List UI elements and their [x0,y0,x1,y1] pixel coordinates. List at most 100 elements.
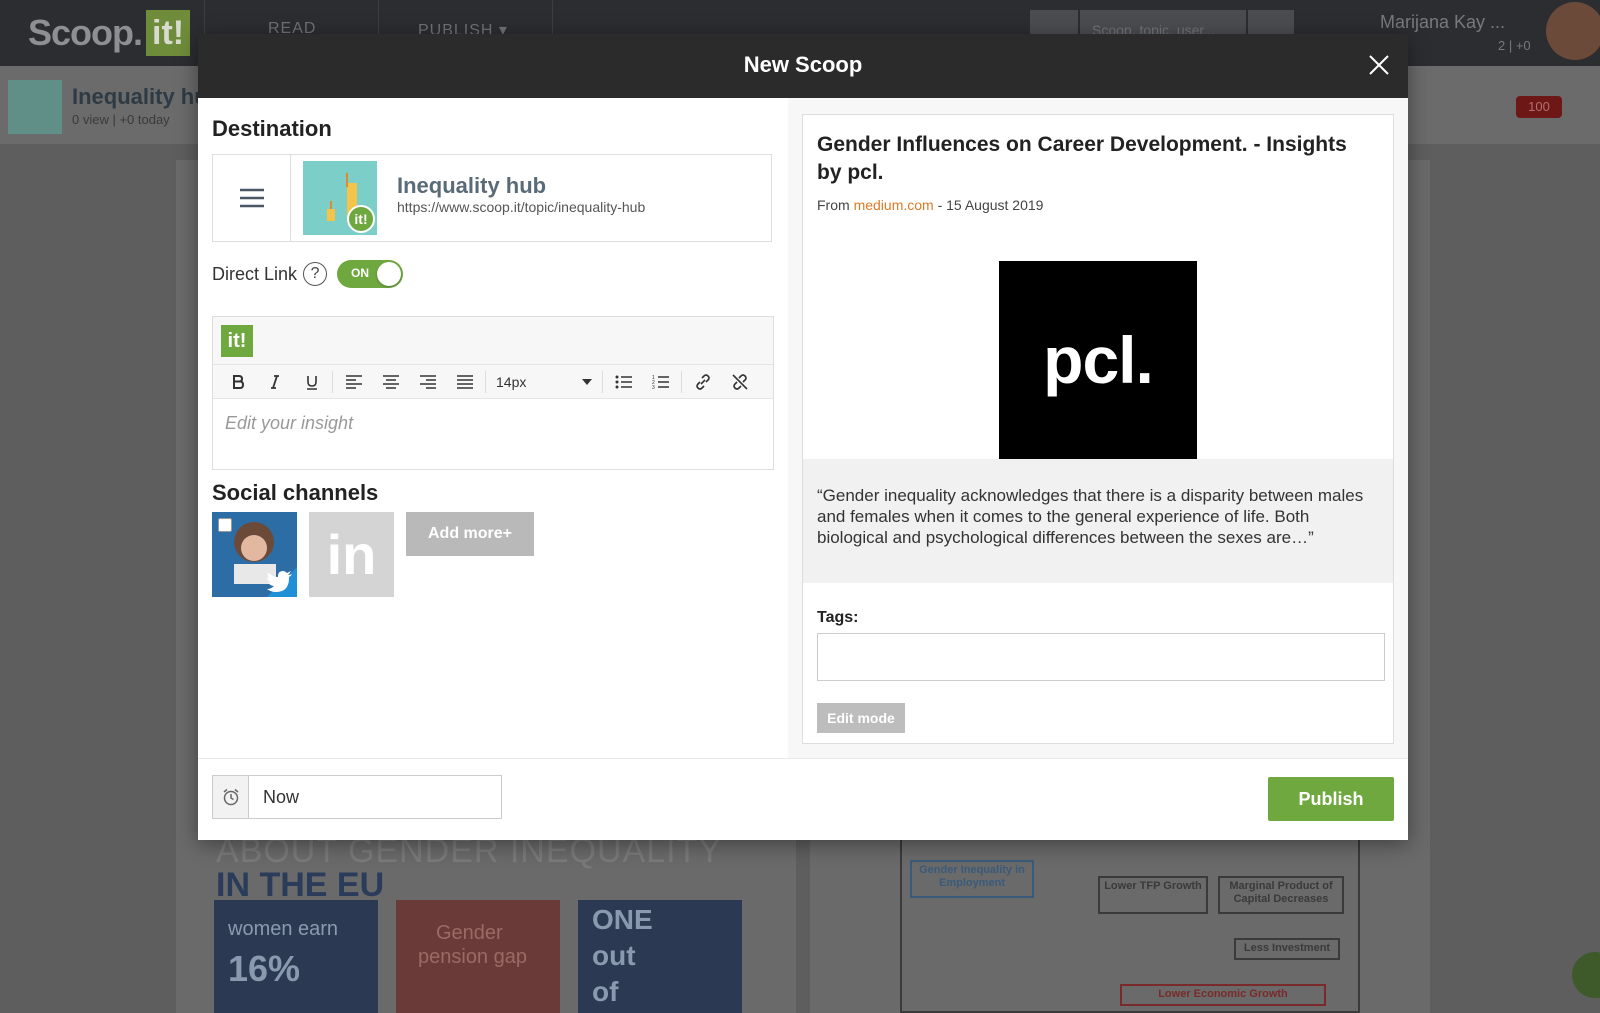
align-right-icon [419,374,436,389]
help-icon[interactable]: ? [303,262,328,286]
flow-box: Lower TFP Growth [1098,876,1208,914]
source-link[interactable]: medium.com [854,197,934,213]
it-badge-icon: it! [347,205,375,233]
publish-button[interactable]: Publish [1268,777,1394,821]
align-right-button[interactable] [409,367,446,397]
preview-excerpt[interactable]: “Gender inequality acknowledges that the… [817,485,1367,548]
bold-button[interactable] [219,367,256,397]
italic-button[interactable] [256,367,293,397]
tile-text: ONE [592,904,653,935]
toggle-state-label: ON [351,266,370,280]
modal-footer: Now Publish [198,758,1408,840]
infographic-tile: women earn 16% [214,900,378,1013]
direct-link-row: Direct Link ? ON [212,260,404,288]
social-channels-row: in Add more+ [212,512,535,597]
preview-source-line: From medium.com - 15 August 2019 [817,197,1043,213]
insight-editor: it! 14px 1 2 3 Edit your insight [212,316,774,470]
twitter-bird-icon [267,571,292,592]
align-center-button[interactable] [372,367,409,397]
bold-icon [232,374,244,389]
user-name[interactable]: Marijana Kay ... [1380,12,1505,33]
svg-text:3: 3 [652,385,655,390]
linkedin-account-tile[interactable]: in [309,512,394,597]
destination-heading: Destination [212,116,332,141]
social-channels-heading: Social channels [212,480,379,505]
flow-box: Marginal Product of Capital Decreases [1218,876,1344,914]
destination-selector[interactable]: it! Inequality hub https://www.scoop.it/… [212,154,772,242]
publish-date: - 15 August 2019 [937,197,1044,213]
tags-label: Tags: [817,609,859,626]
direct-link-label: Direct Link [212,263,298,284]
tile-text: women earn [228,918,339,940]
modal-header: New Scoop [198,34,1408,98]
help-chat-button[interactable] [1572,952,1600,998]
underline-button[interactable] [293,367,330,397]
close-icon[interactable] [1366,52,1392,78]
toolbar-divider [332,370,333,393]
preview-image[interactable]: pcl. [999,261,1197,459]
underline-icon [306,375,317,390]
edit-mode-button[interactable]: Edit mode [817,703,905,733]
bullet-list-icon [615,375,632,388]
topic-stats: 0 view | +0 today [72,112,170,127]
insight-text-area[interactable]: Edit your insight [213,399,773,448]
topic-thumbnail: it! [303,161,377,235]
toolbar-divider [681,370,682,393]
justify-button[interactable] [446,367,483,397]
italic-icon [270,374,279,389]
scoop-preview-card: Gender Influences on Career Development.… [802,114,1394,744]
tags-input[interactable] [817,633,1385,681]
font-size-value: 14px [496,373,527,390]
tile-text: 16% [228,948,301,989]
new-scoop-modal: New Scoop Destination it! Inequality hub… [198,34,1408,840]
modal-title: New Scoop [743,52,863,77]
infographic-tile: Gender pension gap [396,900,560,1013]
linkedin-icon: in [326,523,377,586]
logo-text: Scoop. [28,12,143,53]
flow-box: Less Investment [1234,938,1340,960]
insert-link-button[interactable] [684,367,721,397]
align-center-icon [382,374,399,389]
schedule-value: Now [263,787,300,807]
font-size-select[interactable]: 14px [488,367,600,397]
direct-link-toggle[interactable]: ON [337,260,404,288]
tile-text: pension gap [418,946,527,968]
topic-thumbnail[interactable] [8,80,62,134]
justify-icon [456,374,473,389]
tile-text: of [592,976,619,1007]
destination-topic-url: https://www.scoop.it/topic/inequality-hu… [397,199,646,215]
user-stats: 2 | +0 [1498,38,1531,53]
destination-menu-button[interactable] [213,155,291,241]
numbered-list-button[interactable]: 123 [642,367,679,397]
toggle-knob [377,262,402,286]
compose-column: Destination it! Inequality hub https://w… [198,98,788,758]
twitter-select-checkbox[interactable] [218,518,232,532]
destination-topic-name: Inequality hub [397,173,547,198]
alarm-clock-icon [223,788,238,806]
align-left-button[interactable] [335,367,372,397]
preview-column: Gender Influences on Career Development.… [788,98,1408,758]
preview-title: Gender Influences on Career Development.… [817,133,1347,184]
editor-toolbar: 14px 123 [213,365,773,399]
link-icon [695,373,710,390]
remove-link-button[interactable] [721,367,758,397]
infographic-tile: ONE out of [578,900,742,1013]
notification-count-badge[interactable]: 100 [1516,96,1562,118]
editor-header: it! [213,317,773,365]
numbered-list-icon: 123 [652,375,669,390]
add-more-channels-button[interactable]: Add more+ [406,512,535,556]
align-left-icon [345,374,362,389]
scoopit-badge-icon: it! [221,325,253,357]
schedule-picker[interactable]: Now [212,775,502,819]
toolbar-divider [485,370,486,393]
scoopit-logo[interactable]: Scoop. it! [28,10,191,56]
flow-box: Gender Inequality in Employment [910,860,1034,898]
clock-icon[interactable] [213,776,249,818]
from-label: From [817,197,850,213]
twitter-account-tile[interactable] [212,512,297,597]
toolbar-divider [602,370,603,393]
user-avatar[interactable] [1546,2,1600,60]
hamburger-icon [240,188,264,208]
flow-box: Lower Economic Growth [1120,984,1326,1006]
bullet-list-button[interactable] [605,367,642,397]
